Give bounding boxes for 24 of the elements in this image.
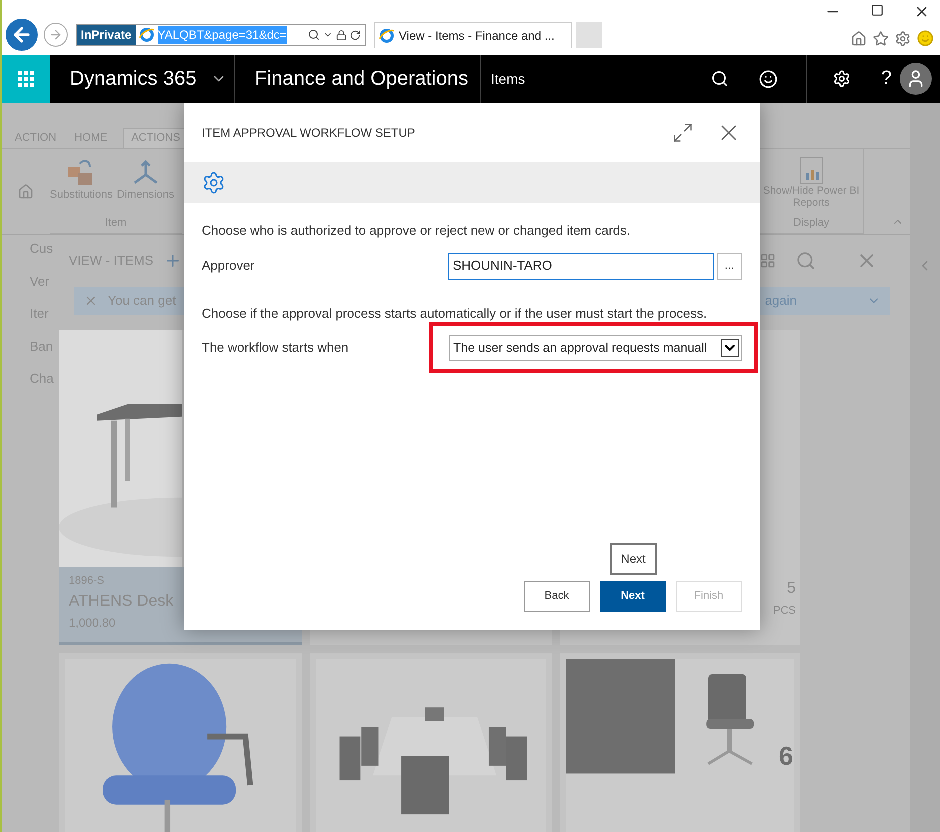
address-text: YALQBT&page=31&dc= — [158, 26, 287, 44]
help-icon[interactable]: ? — [881, 64, 892, 94]
lookup-button[interactable]: ... — [717, 252, 742, 280]
dialog-title: ITEM APPROVAL WORKFLOW SETUP — [202, 124, 416, 142]
approver-field[interactable]: SHOUNIN-TARO — [448, 252, 714, 280]
field-label: Approver — [202, 257, 256, 276]
message-text: You can get — [108, 292, 176, 310]
instruction-text: Choose who is authorized to approve or reject new or changed item cards. — [202, 222, 632, 240]
page-name: Items — [490, 70, 526, 88]
address-bar[interactable]: InPrivate YALQBT&page=31&dc= — [76, 24, 366, 46]
product-name: Dynamics 365 — [70, 67, 197, 92]
browser-tab[interactable]: View - Items - Finance and ... — [374, 22, 572, 48]
next-button[interactable]: Next — [600, 581, 666, 612]
dropdown-field[interactable]: The user sends an approval requests manuall — [448, 335, 742, 361]
back-button[interactable]: Back — [524, 581, 590, 612]
item-quantity: 6 — [779, 740, 794, 773]
instruction-text: Choose if the approval process starts automatically or if the user must start the process. — [202, 304, 708, 323]
app-name: Finance and Operations — [255, 67, 468, 92]
item-quantity: 5 — [787, 579, 796, 599]
item-unit: PCS — [773, 604, 796, 619]
inprivate-badge: InPrivate — [77, 25, 136, 45]
tooltip: Next — [610, 543, 657, 575]
message-text: again — [765, 292, 797, 310]
item-card[interactable]: 6 — [560, 653, 800, 832]
